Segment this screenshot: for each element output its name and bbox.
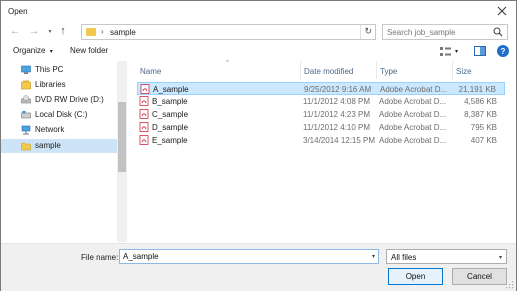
- table-row[interactable]: B_sample 11/1/2012 4:08 PM Adobe Acrobat…: [137, 95, 505, 108]
- file-type: Adobe Acrobat D...: [379, 123, 447, 132]
- nav-item-libraries[interactable]: Libraries: [1, 78, 117, 92]
- file-name: D_sample: [152, 123, 189, 132]
- open-dialog: Open ← → ▾ ↑ › sample ↻ Organize ▾: [0, 0, 517, 291]
- table-row[interactable]: A_sample 9/25/2012 9:16 AM Adobe Acrobat…: [137, 82, 505, 95]
- file-date: 11/1/2012 4:10 PM: [303, 123, 371, 132]
- organize-button[interactable]: Organize ▾: [13, 46, 53, 55]
- recent-locations-icon[interactable]: ▾: [44, 25, 56, 37]
- forward-arrow-icon[interactable]: →: [28, 25, 40, 37]
- search-box[interactable]: [382, 24, 508, 40]
- nav-item-network[interactable]: Network: [1, 123, 117, 137]
- file-name: C_sample: [152, 110, 189, 119]
- file-size: 407 KB: [470, 136, 497, 145]
- nav-item-dvd-drive[interactable]: DVD RW Drive (D:): [1, 93, 117, 107]
- chevron-down-icon[interactable]: ▾: [372, 253, 375, 260]
- file-size: 8,387 KB: [464, 110, 497, 119]
- nav-item-label: This PC: [35, 65, 64, 74]
- pc-icon: [21, 65, 31, 74]
- back-arrow-icon[interactable]: ←: [9, 25, 21, 37]
- nav-item-label: DVD RW Drive (D:): [35, 95, 104, 104]
- file-size: 21,191 KB: [458, 85, 496, 94]
- address-divider: [360, 25, 361, 39]
- pdf-file-icon: [139, 135, 149, 145]
- sort-ascending-icon: ^: [226, 60, 229, 66]
- address-row: ← → ▾ ↑ › sample ↻: [1, 22, 516, 42]
- nav-item-sample[interactable]: sample: [1, 139, 117, 153]
- network-icon: [21, 125, 31, 135]
- search-input[interactable]: [387, 27, 492, 38]
- view-dropdown-icon[interactable]: ▾: [455, 48, 458, 55]
- file-type: Adobe Acrobat D...: [379, 110, 447, 119]
- file-name: A_sample: [153, 85, 189, 94]
- table-row[interactable]: E_sample 3/14/2014 12:15 PM Adobe Acroba…: [137, 134, 505, 147]
- file-size: 795 KB: [470, 123, 497, 132]
- breadcrumb-sample[interactable]: sample: [110, 28, 136, 37]
- nav-item-label: Libraries: [35, 80, 66, 89]
- chevron-down-icon: ▾: [498, 255, 502, 261]
- breadcrumb-separator: ›: [101, 27, 104, 36]
- nav-item-label: Network: [35, 125, 65, 134]
- new-folder-button[interactable]: New folder: [70, 46, 108, 55]
- file-type-filter-value: All files: [391, 253, 417, 262]
- search-icon[interactable]: [493, 27, 503, 37]
- column-header-type[interactable]: Type: [377, 61, 453, 79]
- nav-item-label: sample: [35, 141, 61, 150]
- folder-icon: [21, 142, 31, 151]
- file-list: ^ Name Date modified Type Size A_sample …: [127, 60, 516, 242]
- file-date: 9/25/2012 9:16 AM: [304, 85, 372, 94]
- file-type: Adobe Acrobat D...: [379, 136, 447, 145]
- pdf-file-icon: [140, 84, 150, 94]
- up-arrow-icon[interactable]: ↑: [57, 25, 69, 37]
- nav-scrollbar[interactable]: [117, 61, 127, 242]
- column-header-date[interactable]: Date modified: [301, 61, 377, 79]
- view-options-icon[interactable]: [440, 47, 451, 56]
- nav-item-label: Local Disk (C:): [35, 110, 88, 119]
- nav-item-this-pc[interactable]: This PC: [1, 63, 117, 77]
- column-header-size[interactable]: Size: [453, 61, 505, 79]
- file-date: 11/1/2012 4:23 PM: [303, 110, 371, 119]
- nav-scroll-thumb[interactable]: [118, 102, 126, 172]
- pdf-file-icon: [139, 109, 149, 119]
- resize-grip-icon[interactable]: [506, 281, 514, 289]
- file-size: 4,586 KB: [464, 97, 497, 106]
- table-row[interactable]: D_sample 11/1/2012 4:10 PM Adobe Acrobat…: [137, 121, 505, 134]
- dvd-drive-icon: [21, 95, 31, 104]
- filename-label: File name:: [81, 253, 119, 262]
- pdf-file-icon: [139, 96, 149, 106]
- column-header-name[interactable]: ^ Name: [137, 60, 301, 79]
- file-date: 11/1/2012 4:08 PM: [303, 97, 371, 106]
- close-icon[interactable]: [496, 5, 508, 17]
- help-icon[interactable]: ?: [497, 45, 509, 57]
- pdf-file-icon: [139, 122, 149, 132]
- command-bar: Organize ▾ New folder ▾ ?: [1, 43, 516, 60]
- preview-pane-icon[interactable]: [474, 46, 486, 56]
- file-type-filter[interactable]: All files ▾: [386, 249, 507, 264]
- nav-item-local-disk[interactable]: Local Disk (C:): [1, 108, 117, 122]
- libraries-icon: [21, 80, 31, 90]
- title-bar: Open: [1, 1, 516, 22]
- dialog-footer: File name: ▾ All files ▾ Open Cancel: [1, 243, 516, 291]
- dialog-title: Open: [8, 7, 28, 16]
- file-type: Adobe Acrobat D...: [380, 85, 448, 94]
- folder-icon: [86, 28, 96, 36]
- open-button[interactable]: Open: [388, 268, 443, 285]
- disk-icon: [21, 111, 31, 119]
- filename-combobox[interactable]: ▾: [119, 249, 379, 264]
- file-date: 3/14/2014 12:15 PM: [303, 136, 376, 145]
- file-name: E_sample: [152, 136, 188, 145]
- refresh-icon[interactable]: ↻: [364, 26, 372, 37]
- cancel-button[interactable]: Cancel: [452, 268, 507, 285]
- table-row[interactable]: C_sample 11/1/2012 4:23 PM Adobe Acrobat…: [137, 108, 505, 121]
- navigation-pane: This PC Libraries DVD RW Drive (D:) Loca…: [1, 61, 127, 242]
- file-type: Adobe Acrobat D...: [379, 97, 447, 106]
- filename-input[interactable]: [123, 251, 363, 262]
- address-bar[interactable]: › sample ↻: [81, 24, 376, 40]
- chevron-down-icon: ▾: [49, 49, 53, 55]
- organize-label: Organize: [13, 46, 46, 55]
- file-name: B_sample: [152, 97, 188, 106]
